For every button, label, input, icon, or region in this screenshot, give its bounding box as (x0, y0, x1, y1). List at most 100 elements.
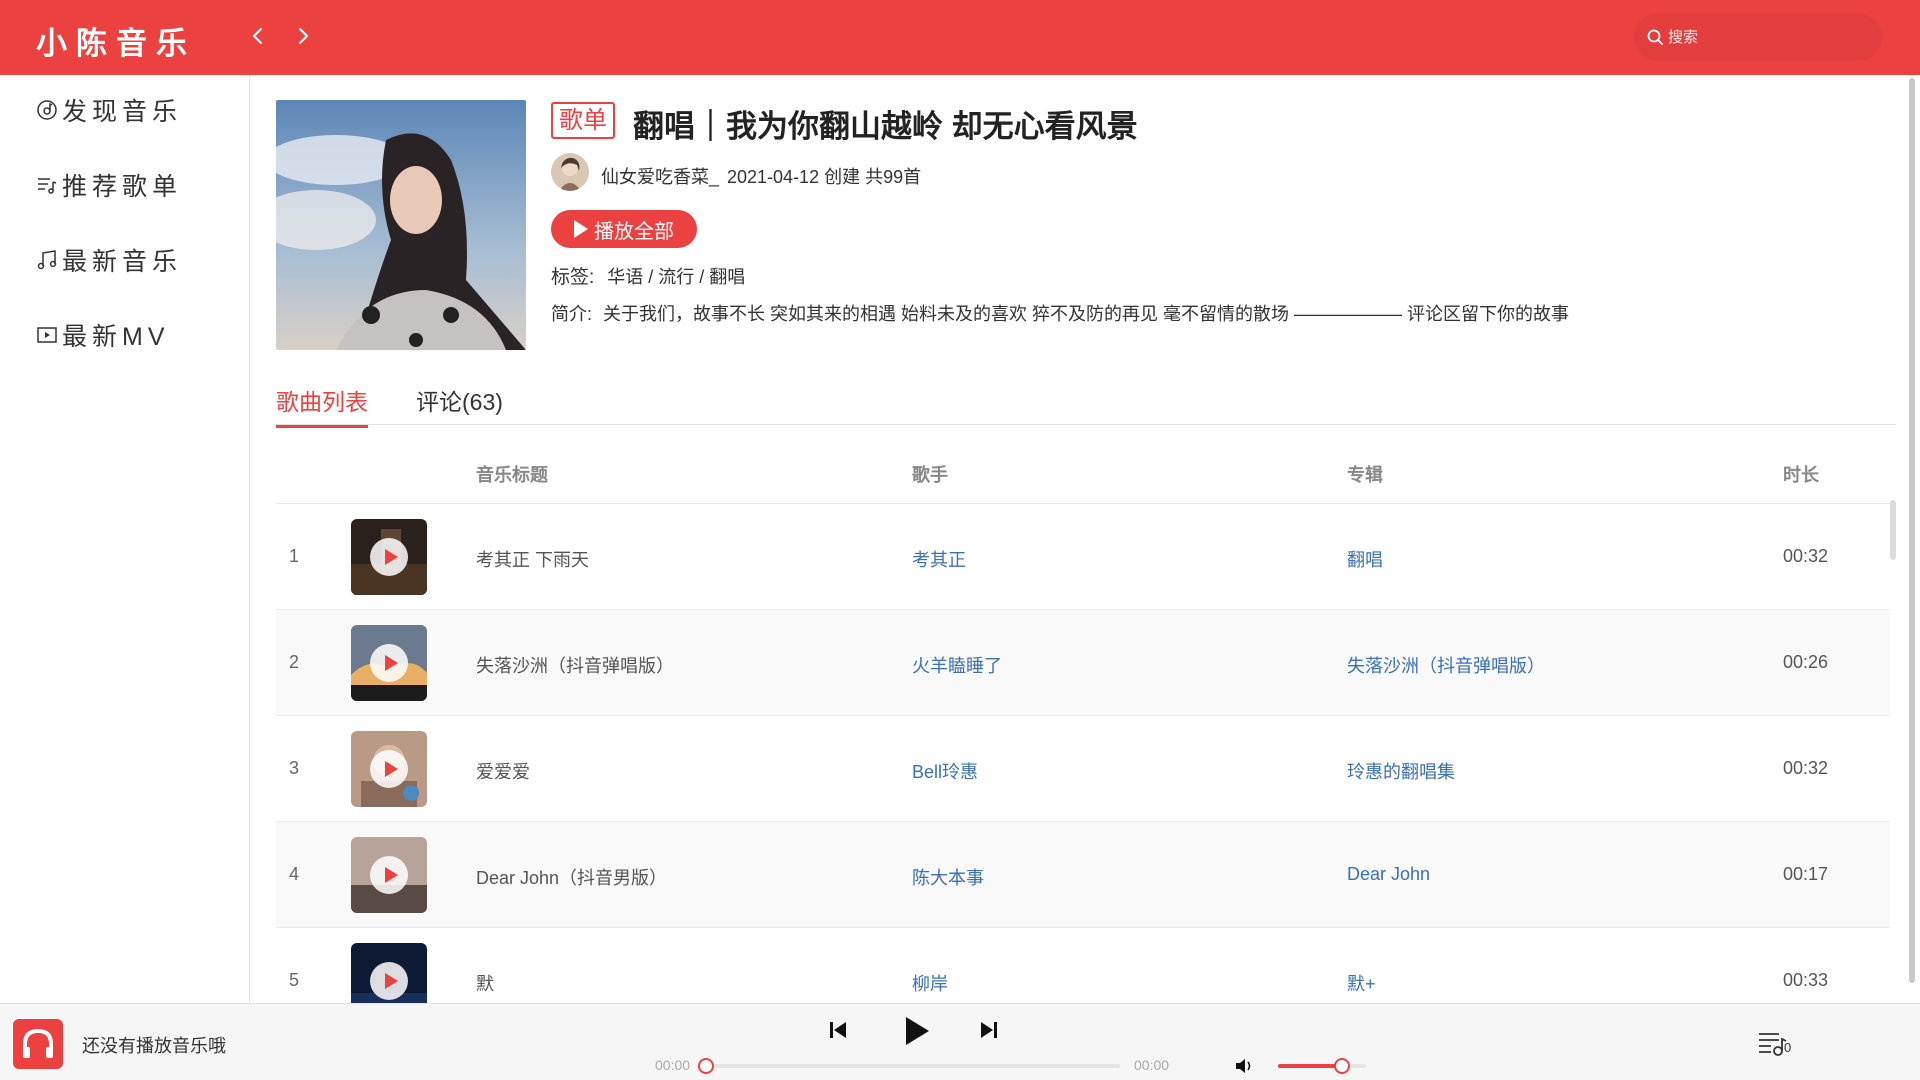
sidebar-item-new-mv[interactable]: 最新MV (36, 315, 170, 355)
tab-bar: 歌曲列表 评论(63) (276, 380, 1896, 428)
volume-handle[interactable] (1334, 1058, 1350, 1074)
avatar[interactable] (551, 153, 589, 191)
song-duration: 00:26 (1783, 652, 1829, 672)
sidebar-item-label: 发现音乐 (62, 98, 183, 126)
playlist-intro: 简介: 关于我们，故事不长 突如其来的相遇 始料未及的喜欢 猝不及防的再见 毫不… (551, 300, 1569, 326)
song-thumbnail[interactable] (351, 943, 427, 1003)
progress-handle[interactable] (698, 1058, 714, 1074)
singer-link[interactable]: 考其正 (912, 546, 966, 572)
sidebar: 发现音乐 推荐歌单 最新音乐 最新MV (0, 75, 250, 1003)
playlist-icon (38, 178, 57, 194)
tab-song-list[interactable]: 歌曲列表 (276, 383, 368, 428)
sidebar-item-new-music[interactable]: 最新音乐 (36, 240, 182, 280)
play-pause-icon[interactable] (903, 1015, 931, 1047)
song-thumbnail[interactable] (351, 837, 427, 913)
table-row[interactable]: 5 默 柳岸 默+ 00:33 (276, 928, 1890, 1003)
headphones-icon[interactable] (13, 1019, 63, 1069)
singer-link[interactable]: 陈大本事 (912, 864, 984, 890)
song-thumbnail[interactable] (351, 625, 427, 701)
player-bar: 还没有播放音乐哦 00:00 00:00 0 (0, 1003, 1920, 1080)
play-overlay-icon (370, 644, 408, 682)
song-duration: 00:32 (1783, 758, 1829, 778)
album-link[interactable]: 玲惠的翻唱集 (1347, 758, 1455, 784)
play-overlay-icon (370, 962, 408, 1000)
creator-name[interactable]: 仙女爱吃香菜_ (601, 163, 719, 189)
sidebar-item-label: 最新MV (62, 323, 170, 351)
song-title: 默 (476, 974, 494, 994)
playlist-count: 0 (1784, 1040, 1792, 1055)
row-index: 5 (289, 970, 300, 990)
volume-fill (1278, 1064, 1342, 1068)
album-link[interactable]: Dear John (1347, 864, 1430, 885)
search-box[interactable] (1634, 13, 1882, 61)
album-link[interactable]: 默+ (1347, 970, 1376, 996)
song-title: 考其正 下雨天 (476, 550, 590, 570)
sidebar-item-discover[interactable]: 发现音乐 (36, 90, 182, 130)
singer-link[interactable]: 火羊瞌睡了 (912, 652, 1002, 678)
song-title: 失落沙洲（抖音弹唱版） (476, 656, 674, 676)
singer-link[interactable]: Bell玲惠 (912, 758, 978, 784)
main-content: 歌单 翻唱｜我为你翻山越岭 却无心看风景 仙女爱吃香菜_ 2021-04-12 … (252, 75, 1902, 1003)
row-index: 2 (289, 652, 300, 672)
play-all-button[interactable]: 播放全部 (551, 210, 697, 248)
video-icon (37, 327, 57, 343)
tags-label: 标签: (551, 267, 595, 288)
app-logo[interactable]: 小陈音乐 (36, 18, 196, 63)
playlist-tags: 标签: 华语 / 流行 / 翻唱 (551, 262, 745, 289)
row-index: 1 (289, 546, 300, 566)
disc-icon (37, 100, 57, 120)
playlist-cover-image (276, 100, 526, 350)
volume-track[interactable] (1278, 1064, 1366, 1068)
song-duration: 00:33 (1783, 970, 1829, 990)
sidebar-item-label: 推荐歌单 (62, 173, 183, 201)
play-overlay-icon (370, 538, 408, 576)
table-row[interactable]: 3 爱爱爱 Bell玲惠 玲惠的翻唱集 00:32 (276, 716, 1890, 822)
col-album-header: 专辑 (1347, 465, 1383, 485)
music-note-icon (37, 250, 57, 270)
tab-comments[interactable]: 评论(63) (416, 383, 503, 425)
table-row[interactable]: 1 考其正 下雨天 考其正 翻唱 00:32 (276, 504, 1890, 610)
back-arrow-icon[interactable] (244, 22, 272, 50)
sidebar-item-label: 最新音乐 (62, 248, 183, 276)
song-thumbnail[interactable] (351, 731, 427, 807)
page-scrollbar-thumb[interactable] (1909, 78, 1915, 983)
table-body: 1 考其正 下雨天 考其正 翻唱 00:32 2 失落沙洲（抖音弹唱版） 火羊瞌… (276, 504, 1890, 1003)
table-row[interactable]: 4 Dear John（抖音男版） 陈大本事 Dear John 00:17 (276, 822, 1890, 928)
forward-arrow-icon[interactable] (289, 22, 317, 50)
search-icon (1647, 29, 1663, 45)
play-all-label: 播放全部 (594, 220, 674, 243)
intro-label: 简介: (551, 304, 593, 324)
song-thumbnail[interactable] (351, 519, 427, 595)
playlist-title: 翻唱｜我为你翻山越岭 却无心看风景 (633, 109, 1138, 144)
table-header: 音乐标题 歌手 专辑 时长 (276, 439, 1890, 504)
table-row[interactable]: 2 失落沙洲（抖音弹唱版） 火羊瞌睡了 失落沙洲（抖音弹唱版） 00:26 (276, 610, 1890, 716)
intro-text: 关于我们，故事不长 突如其来的相遇 始料未及的喜欢 猝不及防的再见 毫不留情的散… (603, 304, 1570, 324)
total-time: 00:00 (1134, 1057, 1170, 1073)
top-bar: 小陈音乐 (0, 0, 1920, 75)
song-table: 音乐标题 歌手 专辑 时长 1 考其正 下雨天 考其正 翻唱 00:32 2 失… (276, 439, 1890, 1003)
created-info: 2021-04-12 创建 共99首 (727, 167, 922, 187)
col-singer-header: 歌手 (912, 465, 948, 485)
sidebar-item-playlists[interactable]: 推荐歌单 (36, 165, 182, 205)
current-time: 00:00 (655, 1057, 691, 1073)
play-overlay-icon (370, 856, 408, 894)
search-input[interactable] (1668, 28, 1868, 46)
tags-value: 华语 / 流行 / 翻唱 (607, 267, 746, 287)
song-duration: 00:17 (1783, 864, 1829, 884)
album-link[interactable]: 失落沙洲（抖音弹唱版） (1347, 652, 1545, 678)
album-link[interactable]: 翻唱 (1347, 546, 1383, 572)
col-duration-header: 时长 (1783, 465, 1819, 485)
page-scrollbar[interactable] (1907, 75, 1917, 1003)
play-overlay-icon (370, 750, 408, 788)
play-icon (574, 220, 588, 238)
previous-track-icon[interactable] (827, 1019, 849, 1041)
next-track-icon[interactable] (978, 1019, 1000, 1041)
progress-track[interactable] (704, 1064, 1120, 1068)
singer-link[interactable]: 柳岸 (912, 970, 948, 996)
song-title: Dear John（抖音男版） (476, 868, 668, 888)
col-title-header: 音乐标题 (476, 465, 548, 485)
row-index: 3 (289, 758, 300, 778)
row-index: 4 (289, 864, 300, 884)
volume-icon[interactable] (1234, 1056, 1256, 1076)
table-scrollbar[interactable] (1890, 500, 1896, 560)
